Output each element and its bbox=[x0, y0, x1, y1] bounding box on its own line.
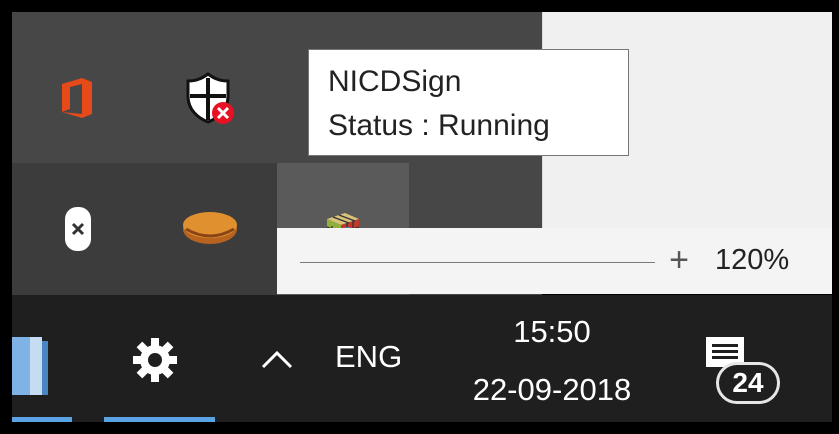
office-icon bbox=[62, 78, 92, 118]
tooltip-status: Status : Running bbox=[328, 109, 550, 142]
language-indicator[interactable]: ENG bbox=[335, 337, 402, 377]
security-shield-alert-icon bbox=[186, 72, 234, 124]
notepad-icon bbox=[12, 337, 48, 395]
taskbar-settings-button[interactable] bbox=[130, 335, 180, 390]
clock-date: 22-09-2018 bbox=[472, 372, 632, 407]
chevron-up-icon bbox=[261, 350, 293, 369]
settings-active-indicator bbox=[104, 417, 215, 422]
tray-icon-security[interactable] bbox=[144, 32, 276, 164]
close-x-icon bbox=[65, 207, 91, 251]
taskbar: ENG 15:50 22-09-2018 24 bbox=[12, 295, 832, 422]
tray-tooltip: NICDSign Status : Running bbox=[308, 49, 629, 156]
zoom-level-label[interactable]: 120% bbox=[715, 240, 789, 280]
zoom-slider-track[interactable] bbox=[300, 262, 655, 263]
show-hidden-icons-button[interactable] bbox=[257, 343, 297, 373]
tray-icon-office[interactable] bbox=[12, 32, 144, 164]
taskbar-notepad-button[interactable] bbox=[12, 333, 52, 404]
orange-disc-icon bbox=[183, 212, 237, 244]
notification-count-badge: 24 bbox=[716, 362, 780, 404]
gear-icon bbox=[133, 338, 177, 382]
screen-edge bbox=[832, 12, 839, 434]
notepad-active-indicator bbox=[12, 417, 72, 422]
clock-time: 15:50 bbox=[513, 314, 591, 349]
tooltip-app-name: NICDSign bbox=[328, 65, 462, 98]
tray-icon-close[interactable] bbox=[12, 163, 144, 295]
zoom-in-button[interactable]: + bbox=[664, 240, 694, 280]
taskbar-clock[interactable]: 15:50 22-09-2018 bbox=[452, 313, 652, 409]
tray-icon-disc[interactable] bbox=[144, 163, 276, 295]
